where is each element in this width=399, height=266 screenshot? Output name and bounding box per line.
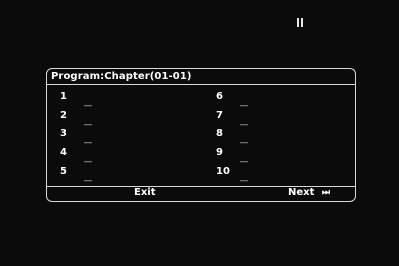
slot-value: __ <box>84 97 92 107</box>
program-slot-6[interactable]: 6 __ <box>216 91 336 107</box>
slot-number: 9 <box>216 147 223 158</box>
pause-icon <box>297 18 304 27</box>
program-slot-3[interactable]: 3 __ <box>60 128 180 144</box>
next-button[interactable]: Next ⏭ <box>288 187 330 198</box>
program-slot-10[interactable]: 10 __ <box>216 166 336 182</box>
program-slot-4[interactable]: 4 __ <box>60 147 180 163</box>
title-divider <box>47 84 355 85</box>
program-slot-8[interactable]: 8 __ <box>216 128 336 144</box>
program-slot-7[interactable]: 7 __ <box>216 110 336 126</box>
exit-button[interactable]: Exit <box>134 187 156 198</box>
slot-value: __ <box>84 134 92 144</box>
next-label: Next <box>288 187 315 198</box>
slot-value: __ <box>240 153 248 163</box>
slot-number: 8 <box>216 128 223 139</box>
slot-number: 4 <box>60 147 67 158</box>
program-slot-2[interactable]: 2 __ <box>60 110 180 126</box>
program-slot-1[interactable]: 1 __ <box>60 91 180 107</box>
program-panel: Program:Chapter(01-01) 1 __ 2 __ 3 __ 4 … <box>46 68 356 202</box>
slot-number: 5 <box>60 166 67 177</box>
slot-value: __ <box>240 116 248 126</box>
slot-number: 10 <box>216 166 230 177</box>
slot-value: __ <box>240 172 248 182</box>
slot-number: 6 <box>216 91 223 102</box>
panel-title: Program:Chapter(01-01) <box>51 71 192 82</box>
slot-value: __ <box>84 153 92 163</box>
slot-number: 2 <box>60 110 67 121</box>
slot-value: __ <box>240 97 248 107</box>
slot-value: __ <box>84 172 92 182</box>
slot-number: 7 <box>216 110 223 121</box>
slot-value: __ <box>240 134 248 144</box>
exit-label: Exit <box>134 187 156 198</box>
slot-value: __ <box>84 116 92 126</box>
program-slot-9[interactable]: 9 __ <box>216 147 336 163</box>
skip-next-icon: ⏭ <box>321 188 330 198</box>
program-slot-5[interactable]: 5 __ <box>60 166 180 182</box>
slot-number: 1 <box>60 91 67 102</box>
slot-number: 3 <box>60 128 67 139</box>
